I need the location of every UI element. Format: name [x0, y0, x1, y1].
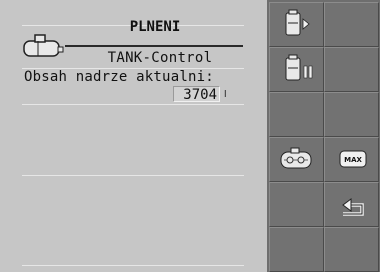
content-panel: PLNENI TANK-Control Obsah nadrze aktualn…	[0, 0, 267, 272]
divider	[22, 104, 244, 105]
fill-pause-icon	[285, 54, 313, 81]
divider	[22, 265, 244, 266]
section-title: TANK-Control	[107, 50, 213, 66]
tank-settings-button[interactable]	[269, 137, 324, 182]
tank-content-label: Obsah nadrze aktualni:	[24, 69, 214, 85]
softkey-empty[interactable]	[324, 2, 379, 47]
tank-content-unit: l	[224, 90, 227, 100]
back-icon	[342, 198, 364, 216]
fill-start-button[interactable]	[269, 2, 324, 47]
back-button[interactable]	[324, 182, 379, 227]
softkey-empty[interactable]	[269, 92, 324, 137]
fill-start-icon	[285, 9, 310, 36]
softkey-panel: MAX	[267, 0, 380, 272]
page-title: PLNENI	[129, 19, 181, 35]
softkey-empty[interactable]	[324, 47, 379, 92]
tank-content-value: 3704	[173, 86, 220, 103]
max-label: MAX	[344, 156, 362, 164]
softkey-empty[interactable]	[324, 92, 379, 137]
max-button[interactable]: MAX	[324, 137, 379, 182]
max-icon: MAX	[339, 150, 367, 168]
divider	[22, 175, 244, 176]
softkey-empty[interactable]	[269, 182, 324, 227]
fill-pause-button[interactable]	[269, 47, 324, 92]
tank-settings-icon	[280, 147, 312, 169]
screen: PLNENI TANK-Control Obsah nadrze aktualn…	[0, 0, 380, 272]
softkey-empty[interactable]	[269, 227, 324, 272]
title-underline	[65, 45, 243, 47]
tank-icon	[23, 34, 64, 57]
softkey-empty[interactable]	[324, 227, 379, 272]
